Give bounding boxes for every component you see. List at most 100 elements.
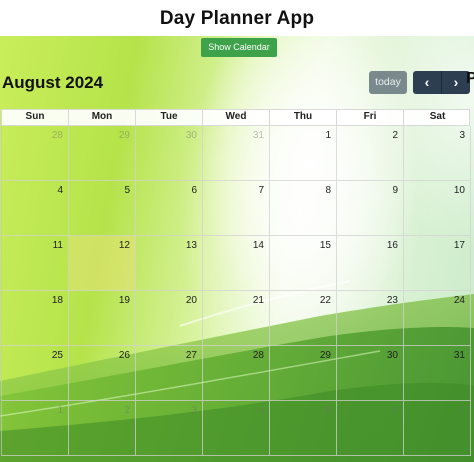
day-number[interactable]: 25 bbox=[52, 350, 63, 361]
day-number[interactable]: 10 bbox=[454, 185, 465, 196]
calendar-day[interactable]: 13 bbox=[136, 236, 203, 291]
day-number[interactable]: 8 bbox=[325, 185, 331, 196]
calendar-day[interactable]: 11 bbox=[2, 236, 69, 291]
weekday-header-sat: Sat bbox=[429, 111, 446, 122]
calendar-day[interactable]: 22 bbox=[270, 291, 337, 346]
calendar-day[interactable]: 23 bbox=[337, 291, 404, 346]
day-number[interactable]: 30 bbox=[387, 350, 398, 361]
month-title: August 2024 bbox=[2, 73, 104, 92]
chevron-left-icon: ‹ bbox=[424, 74, 430, 90]
day-number[interactable]: 7 bbox=[258, 185, 264, 196]
day-number[interactable]: 12 bbox=[119, 240, 130, 251]
day-number[interactable]: 4 bbox=[258, 405, 264, 416]
day-number[interactable]: 5 bbox=[325, 405, 331, 416]
weekday-header-tue: Tue bbox=[136, 110, 203, 125]
day-number[interactable]: 6 bbox=[392, 405, 398, 416]
calendar-day[interactable]: 28 bbox=[203, 346, 270, 401]
day-number[interactable]: 3 bbox=[191, 405, 197, 416]
calendar-day[interactable]: 31 bbox=[404, 346, 471, 401]
app-title: Day Planner App bbox=[159, 8, 315, 29]
calendar-day[interactable]: 24 bbox=[404, 291, 471, 346]
calendar-day[interactable]: 14 bbox=[203, 236, 270, 291]
day-number[interactable]: 5 bbox=[124, 185, 130, 196]
today-button[interactable]: today bbox=[369, 71, 407, 94]
calendar-day[interactable]: 31 bbox=[203, 126, 270, 181]
day-number[interactable]: 13 bbox=[186, 240, 197, 251]
day-number[interactable]: 24 bbox=[454, 295, 465, 306]
calendar-day[interactable]: 28 bbox=[2, 126, 69, 181]
day-number[interactable]: 31 bbox=[454, 350, 465, 361]
chevron-right-icon: › bbox=[453, 74, 459, 90]
calendar-day[interactable]: 5 bbox=[69, 181, 136, 236]
calendar-day[interactable]: 21 bbox=[203, 291, 270, 346]
day-number[interactable]: 19 bbox=[119, 295, 130, 306]
calendar-day[interactable]: 19 bbox=[69, 291, 136, 346]
calendar-day[interactable]: 3 bbox=[136, 401, 203, 456]
calendar-day[interactable]: 26 bbox=[69, 346, 136, 401]
day-number[interactable]: 1 bbox=[325, 130, 331, 141]
day-number[interactable]: 15 bbox=[320, 240, 331, 251]
calendar-day[interactable]: 5 bbox=[270, 401, 337, 456]
weekday-header-sun: Sun bbox=[2, 110, 69, 125]
calendar-day[interactable]: 2 bbox=[337, 126, 404, 181]
calendar-day[interactable]: 18 bbox=[2, 291, 69, 346]
calendar-day[interactable]: 3 bbox=[404, 126, 471, 181]
calendar-day[interactable]: 2 bbox=[69, 401, 136, 456]
day-number[interactable]: 20 bbox=[186, 295, 197, 306]
day-number[interactable]: 29 bbox=[119, 130, 130, 141]
prev-month-button[interactable]: ‹ bbox=[413, 71, 442, 94]
day-number[interactable]: 3 bbox=[459, 130, 465, 141]
calendar-day[interactable]: 9 bbox=[337, 181, 404, 236]
weekday-header-row: Sun Mon Tue Wed Thu Fri Sat bbox=[1, 109, 470, 126]
day-number[interactable]: 14 bbox=[253, 240, 264, 251]
app-header: Day Planner App bbox=[0, 0, 474, 36]
calendar-day[interactable]: 10 bbox=[404, 181, 471, 236]
calendar-day[interactable]: 8 bbox=[270, 181, 337, 236]
day-number[interactable]: 28 bbox=[253, 350, 264, 361]
day-number[interactable]: 18 bbox=[52, 295, 63, 306]
calendar-day[interactable]: 17 bbox=[404, 236, 471, 291]
show-calendar-button[interactable]: Show Calendar bbox=[201, 38, 277, 57]
day-number[interactable]: 6 bbox=[191, 185, 197, 196]
day-number[interactable]: 7 bbox=[459, 405, 465, 416]
weekday-header-fri: Fri bbox=[337, 110, 404, 125]
calendar-day[interactable]: 16 bbox=[337, 236, 404, 291]
day-number[interactable]: 9 bbox=[392, 185, 398, 196]
day-number[interactable]: 30 bbox=[186, 130, 197, 141]
calendar-day[interactable]: 7 bbox=[404, 401, 471, 456]
calendar-day[interactable]: 6 bbox=[337, 401, 404, 456]
day-number[interactable]: 29 bbox=[320, 350, 331, 361]
calendar-day[interactable]: 1 bbox=[2, 401, 69, 456]
day-number[interactable]: 2 bbox=[392, 130, 398, 141]
day-number[interactable]: 4 bbox=[57, 185, 63, 196]
calendar-day[interactable]: 29 bbox=[69, 126, 136, 181]
day-planner-app: Day Planner App Show Calendar August 202… bbox=[0, 0, 474, 462]
calendar-day[interactable]: 29 bbox=[270, 346, 337, 401]
calendar-day[interactable]: 30 bbox=[136, 126, 203, 181]
day-number[interactable]: 28 bbox=[52, 130, 63, 141]
calendar-day[interactable]: 15 bbox=[270, 236, 337, 291]
calendar-day[interactable]: 27 bbox=[136, 346, 203, 401]
day-number[interactable]: 11 bbox=[53, 240, 63, 251]
calendar-day-today[interactable]: 12 bbox=[69, 236, 136, 291]
calendar-day[interactable]: 1 bbox=[270, 126, 337, 181]
calendar-day[interactable]: 20 bbox=[136, 291, 203, 346]
day-number[interactable]: 2 bbox=[124, 405, 130, 416]
day-number[interactable]: 16 bbox=[387, 240, 398, 251]
day-number[interactable]: 1 bbox=[57, 405, 63, 416]
calendar-day[interactable]: 7 bbox=[203, 181, 270, 236]
calendar-day[interactable]: 4 bbox=[2, 181, 69, 236]
day-number[interactable]: 21 bbox=[253, 295, 264, 306]
clipped-text: P bbox=[466, 70, 474, 87]
calendar-day[interactable]: 25 bbox=[2, 346, 69, 401]
day-number[interactable]: 26 bbox=[119, 350, 130, 361]
day-number[interactable]: 31 bbox=[253, 130, 264, 141]
weekday-header-wed: Wed bbox=[203, 110, 270, 125]
calendar-day[interactable]: 30 bbox=[337, 346, 404, 401]
day-number[interactable]: 22 bbox=[320, 295, 331, 306]
day-number[interactable]: 23 bbox=[387, 295, 398, 306]
calendar-day[interactable]: 6 bbox=[136, 181, 203, 236]
day-number[interactable]: 27 bbox=[186, 350, 197, 361]
day-number[interactable]: 17 bbox=[454, 240, 465, 251]
calendar-day[interactable]: 4 bbox=[203, 401, 270, 456]
